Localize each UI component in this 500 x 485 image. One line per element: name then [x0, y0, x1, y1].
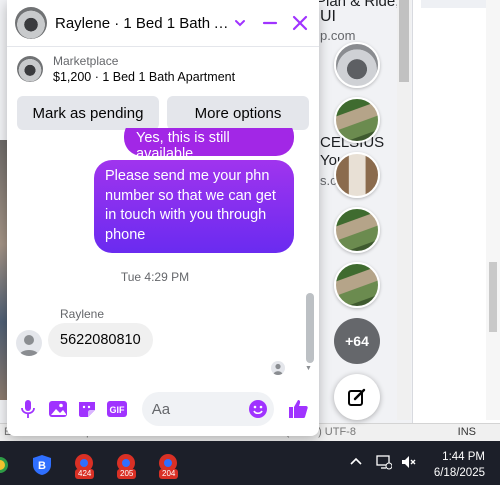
marketplace-listing[interactable]: Marketplace $1,200 · 1 Bed 1 Bath Apartm… [7, 47, 319, 91]
clock-time: 1:44 PM [442, 451, 485, 463]
chat-head-avatar[interactable] [334, 42, 380, 88]
seen-indicator [271, 361, 285, 375]
ins-indicator: INS [457, 426, 476, 438]
photo-icon[interactable] [43, 394, 73, 424]
more-options-button[interactable]: More options [167, 96, 309, 130]
scroll-down-icon[interactable]: ▼ [305, 365, 312, 372]
chat-head-avatar[interactable] [334, 97, 380, 143]
compose-icon [348, 388, 366, 406]
clock-date: 6/18/2025 [433, 467, 485, 479]
messenger-chat-window: Raylene · 1 Bed 1 Bath Apa… Marketplace … [7, 0, 319, 436]
new-message-button[interactable] [334, 374, 380, 420]
message-input[interactable]: Aa [141, 392, 275, 426]
avatar[interactable] [15, 7, 47, 39]
sender-avatar[interactable] [16, 330, 42, 356]
window-scrollbar[interactable] [486, 0, 500, 420]
notification-badge: 205 [117, 469, 137, 479]
chat-title[interactable]: Raylene · 1 Bed 1 Bath Apa… [55, 15, 229, 32]
more-chats-button[interactable]: +64 [334, 318, 380, 364]
message-timestamp: Tue 4:29 PM [120, 270, 190, 284]
scrollbar-thumb[interactable] [306, 293, 314, 363]
emoji-icon[interactable] [248, 399, 268, 419]
chat-head-avatar[interactable] [334, 262, 380, 308]
shield-icon[interactable]: B [30, 453, 56, 477]
bg-text-snippet: UI [320, 8, 336, 25]
svg-text:B: B [38, 460, 46, 472]
system-clock[interactable]: 1:44 PM 6/18/2025 [434, 449, 485, 481]
chat-head-avatar[interactable] [334, 207, 380, 253]
notification-badge: 204 [159, 469, 179, 479]
notification-badge: 424 [75, 469, 95, 479]
taskbar-app-icon[interactable] [0, 453, 8, 477]
page-scrollbar[interactable] [397, 0, 411, 420]
chevron-down-icon[interactable] [229, 12, 251, 34]
listing-source: Marketplace [53, 53, 119, 68]
message-input-placeholder: Aa [151, 400, 171, 418]
close-icon[interactable] [289, 12, 311, 34]
mark-as-pending-button[interactable]: Mark as pending [17, 96, 159, 130]
person-icon [19, 335, 39, 356]
outgoing-message: Yes, this is still available [124, 128, 294, 162]
microphone-icon[interactable] [13, 394, 43, 424]
gif-icon[interactable]: GIF [102, 394, 132, 424]
volume-muted-icon[interactable] [401, 454, 417, 470]
message-list: Yes, this is still available Please send… [7, 128, 319, 376]
svg-text:GIF: GIF [109, 405, 125, 415]
sticker-icon[interactable] [72, 394, 102, 424]
sender-name: Raylene [60, 307, 105, 321]
chevron-up-icon[interactable] [348, 454, 364, 470]
taskbar-app-icon[interactable]: 205 [114, 453, 140, 479]
taskbar-app-icon[interactable]: 424 [72, 453, 98, 479]
outgoing-message: Please send me your phn number so that w… [94, 160, 294, 253]
taskbar-app-icon[interactable]: 204 [156, 453, 182, 479]
scrollbar-thumb[interactable] [489, 262, 497, 332]
listing-thumbnail [17, 56, 43, 82]
chat-header[interactable]: Raylene · 1 Bed 1 Bath Apa… [7, 0, 319, 47]
minimize-icon[interactable] [259, 12, 281, 34]
listing-title: $1,200 · 1 Bed 1 Bath Apartment [53, 69, 236, 84]
chat-head-avatar[interactable] [334, 152, 380, 198]
like-icon[interactable] [282, 393, 313, 425]
scrollbar-thumb[interactable] [399, 0, 409, 82]
network-icon[interactable] [376, 454, 393, 470]
incoming-message: 5622080810 [48, 323, 153, 357]
message-composer: GIF Aa [7, 386, 319, 432]
windows-taskbar: B 424 205 204 1:44 PM 6/18/2025 [0, 441, 500, 485]
chat-scrollbar[interactable]: ▼ [305, 128, 315, 376]
